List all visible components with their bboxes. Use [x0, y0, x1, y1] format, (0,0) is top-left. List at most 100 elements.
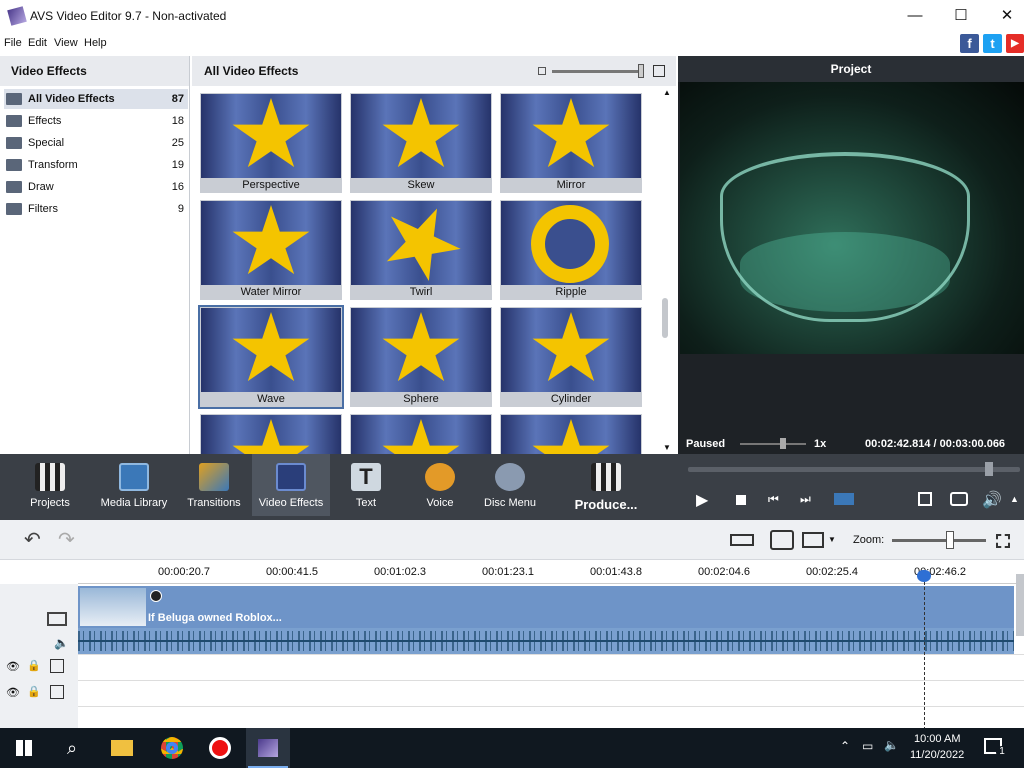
category-filters[interactable]: Filters 9 [4, 199, 188, 219]
effect-row4-1[interactable] [200, 414, 342, 454]
file-explorer-icon[interactable] [100, 728, 144, 768]
redo-icon[interactable]: ↷ [58, 530, 75, 550]
speed-slider[interactable] [740, 443, 806, 445]
effect-row4-3[interactable] [500, 414, 642, 454]
projects-button[interactable]: Projects [20, 454, 80, 516]
clock-time[interactable]: 10:00 AM [914, 733, 960, 745]
search-icon[interactable]: ⌕ [50, 728, 94, 768]
effect-sphere[interactable]: Sphere [350, 307, 492, 407]
clock-date[interactable]: 11/20/2022 [910, 749, 964, 761]
video-preview[interactable] [680, 82, 1024, 354]
audio-mixer-icon[interactable] [770, 530, 794, 550]
category-transform[interactable]: Transform 19 [4, 155, 188, 175]
stop-icon[interactable] [736, 495, 746, 505]
folder-icon [6, 137, 22, 149]
scroll-down-icon[interactable]: ▼ [663, 443, 671, 452]
menu-view[interactable]: View [54, 37, 78, 49]
minimize-button[interactable]: — [892, 0, 938, 30]
effect-ripple[interactable]: Ripple [500, 200, 642, 300]
avs-video-editor-taskbar-icon[interactable] [246, 728, 290, 768]
next-frame-icon[interactable]: ⏭ [800, 492, 811, 507]
effect-wave[interactable]: Wave [198, 305, 344, 409]
disc-icon [495, 463, 525, 491]
thumb-size-slider[interactable] [552, 70, 644, 73]
disc-menu-button[interactable]: Disc Menu [480, 454, 540, 516]
menu-file[interactable]: File [4, 37, 22, 49]
categories-title: Video Effects [0, 56, 189, 86]
previous-frame-icon[interactable]: ⏮ [768, 492, 779, 507]
aspect-dropdown-icon[interactable]: ▼ [828, 535, 836, 544]
windows-start-icon[interactable] [2, 728, 46, 768]
visibility-eye-icon[interactable]: 👁 [6, 686, 20, 699]
playhead[interactable] [924, 572, 925, 730]
speaker-tray-icon[interactable]: 🔈 [884, 738, 899, 752]
visibility-eye-icon[interactable]: 👁 [6, 660, 20, 673]
menu-edit[interactable]: Edit [28, 37, 47, 49]
produce-button[interactable]: Produce... [570, 454, 642, 516]
effect-skew[interactable]: Skew [350, 93, 492, 193]
maximize-button[interactable]: ☐ [938, 0, 984, 30]
effects-scrollbar[interactable] [662, 298, 668, 338]
voice-button[interactable]: Voice [414, 454, 466, 516]
text-button[interactable]: T Text [340, 454, 392, 516]
effect-cylinder[interactable]: Cylinder [500, 307, 642, 407]
film-icon [119, 463, 149, 491]
transitions-button[interactable]: Transitions [184, 454, 244, 516]
lock-icon[interactable]: 🔒 [27, 685, 41, 698]
twitter-icon[interactable]: t [983, 34, 1002, 53]
effect-twirl[interactable]: Twirl [350, 200, 492, 300]
lock-icon[interactable]: 🔒 [27, 659, 41, 672]
frame-step-icon[interactable] [834, 493, 854, 505]
large-size-icon[interactable] [653, 65, 665, 77]
volume-arrow-icon[interactable]: ▲ [1010, 494, 1019, 504]
speed-handle[interactable] [780, 438, 786, 449]
fit-to-window-icon[interactable] [996, 534, 1010, 548]
thumb-size-handle[interactable] [638, 64, 644, 78]
fullscreen-icon[interactable] [918, 492, 932, 506]
network-icon[interactable]: ▭ [862, 739, 873, 753]
seek-handle[interactable] [985, 462, 993, 476]
category-special[interactable]: Special 25 [4, 133, 188, 153]
ruler-tick: 00:01:23.1 [482, 566, 534, 578]
effect-water-mirror[interactable]: Water Mirror [200, 200, 342, 300]
effect-row4-2[interactable] [350, 414, 492, 454]
audio-mute-icon[interactable]: 🔈 [54, 636, 69, 650]
track-effect-icon[interactable] [50, 659, 64, 673]
youtube-icon[interactable]: ▶ [1006, 34, 1024, 53]
zoom-handle[interactable] [946, 531, 954, 549]
track-effect-icon[interactable] [50, 685, 64, 699]
folder-icon [6, 115, 22, 127]
screen-recorder-icon[interactable] [198, 728, 242, 768]
category-all-video-effects[interactable]: All Video Effects 87 [4, 89, 188, 109]
aspect-ratio-icon[interactable] [802, 532, 824, 548]
volume-icon[interactable]: 🔊 [982, 490, 1002, 510]
category-effects[interactable]: Effects 18 [4, 111, 188, 131]
timeline-scrollbar[interactable] [1016, 574, 1024, 636]
split-icon[interactable] [730, 534, 754, 546]
scroll-up-icon[interactable]: ▲ [663, 88, 671, 97]
ruler-tick: 00:00:41.5 [266, 566, 318, 578]
effect-perspective[interactable]: Perspective [200, 93, 342, 193]
tray-chevron-icon[interactable]: ⌃ [840, 739, 850, 753]
small-size-icon[interactable] [538, 67, 546, 75]
playhead-handle[interactable] [917, 570, 931, 582]
chrome-icon[interactable] [150, 728, 194, 768]
snapshot-camera-icon[interactable] [950, 492, 968, 506]
menu-help[interactable]: Help [84, 37, 107, 49]
undo-icon[interactable]: ↶ [24, 530, 41, 550]
video-effects-button[interactable]: Video Effects [252, 454, 330, 516]
audio-waveform[interactable] [78, 628, 1014, 654]
folder-icon [6, 181, 22, 193]
facebook-icon[interactable]: f [960, 34, 979, 53]
clip-effect-icon[interactable] [150, 590, 162, 602]
zoom-slider[interactable] [892, 539, 986, 542]
video-clip[interactable]: If Beluga owned Roblox... [78, 586, 1014, 628]
main-toolbar: Projects Media Library Transitions Video… [0, 454, 1024, 520]
close-button[interactable]: ✕ [984, 0, 1024, 30]
seek-bar[interactable] [688, 467, 1020, 472]
media-library-button[interactable]: Media Library [98, 454, 170, 516]
category-draw[interactable]: Draw 16 [4, 177, 188, 197]
timeline-ruler[interactable]: 00:00:20.7 00:00:41.5 00:01:02.3 00:01:2… [78, 562, 1024, 584]
effect-mirror[interactable]: Mirror [500, 93, 642, 193]
play-icon[interactable]: ▶ [696, 490, 708, 510]
